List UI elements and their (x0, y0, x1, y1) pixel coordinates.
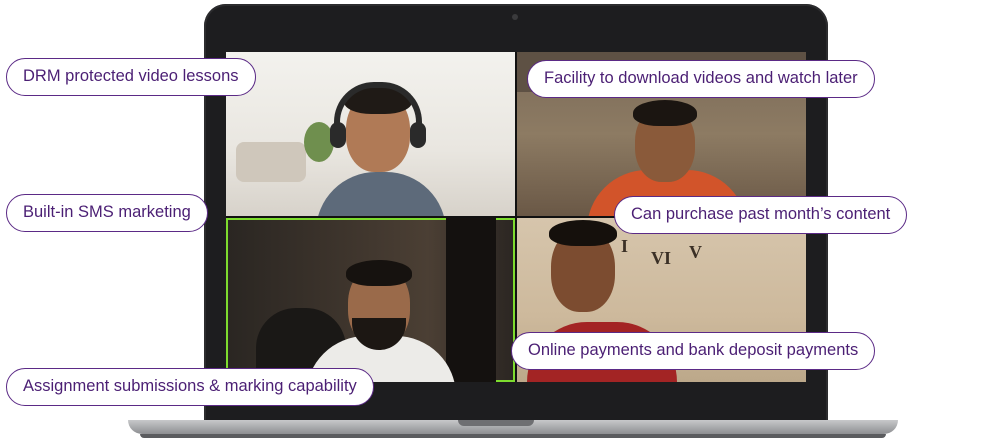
headset-icon (334, 82, 422, 128)
participant-hair (346, 260, 412, 286)
clock-numeral-left: VI (651, 248, 672, 268)
participant-hair (633, 100, 697, 126)
participant-tile-3-active-speaker[interactable] (226, 218, 515, 382)
participant-body (316, 172, 446, 216)
feature-callout-payments: Online payments and bank deposit payment… (511, 332, 876, 370)
webcam-icon (512, 14, 518, 20)
feature-callout-download: Facility to download videos and watch la… (527, 60, 875, 98)
door-frame (446, 218, 496, 382)
feature-callout-past-content: Can purchase past month’s content (614, 196, 908, 234)
earcup-left (330, 122, 346, 148)
participant-hair (549, 220, 617, 246)
feature-callout-drm: DRM protected video lessons (6, 58, 256, 96)
earcup-right (410, 122, 426, 148)
clock-numeral-top: I (621, 236, 629, 256)
laptop-base-notch (458, 420, 534, 426)
clock-numeral-right: V (689, 242, 702, 262)
laptop-foot (140, 434, 886, 438)
feature-callout-sms: Built-in SMS marketing (6, 194, 208, 232)
couch-image (236, 142, 306, 182)
feature-callout-assignments: Assignment submissions & marking capabil… (6, 368, 374, 406)
participant-tile-1[interactable] (226, 52, 515, 216)
